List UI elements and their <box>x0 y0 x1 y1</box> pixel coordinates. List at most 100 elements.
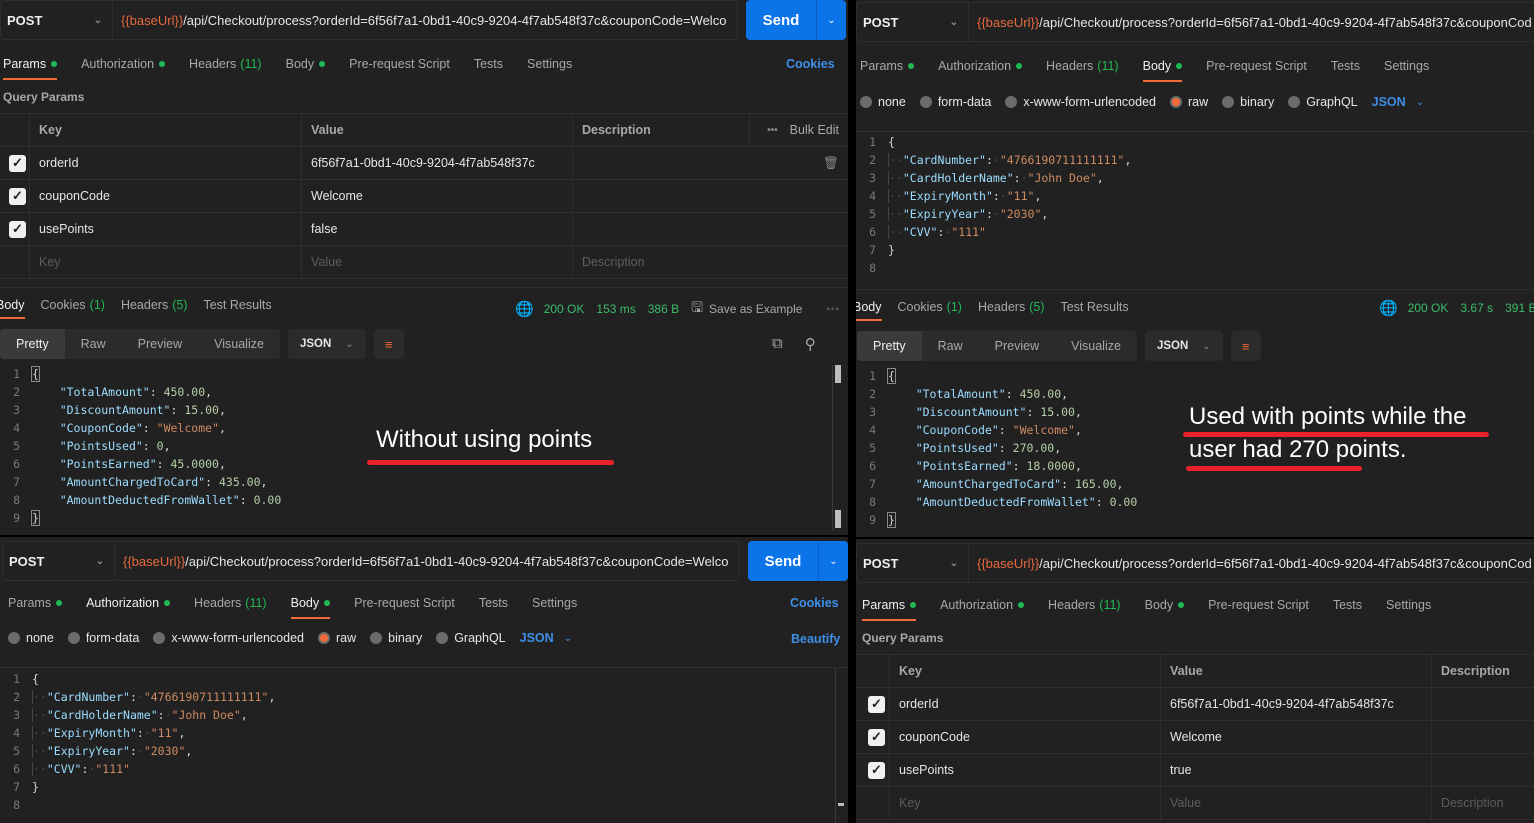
chevron-down-icon[interactable]: ⌄ <box>816 0 846 40</box>
tab-tests[interactable]: Tests <box>474 50 503 78</box>
radio-binary[interactable]: binary <box>370 631 422 645</box>
tab-settings[interactable]: Settings <box>1384 52 1429 80</box>
more-options-icon[interactable]: ••• <box>767 125 778 136</box>
tab-response-cookies[interactable]: Cookies (1) <box>41 293 105 317</box>
body-format-select[interactable]: JSON ⌄ <box>520 631 572 645</box>
value-input[interactable]: Value <box>1161 787 1432 819</box>
tab-body[interactable]: Body <box>1145 591 1185 619</box>
tab-headers[interactable]: Headers (11) <box>1048 591 1121 619</box>
param-value[interactable]: 6f56f7a1-0bd1-40c9-9204-4f7ab548f37c <box>1161 688 1432 720</box>
tab-headers[interactable]: Headers (11) <box>194 589 267 617</box>
key-input[interactable]: Key <box>890 787 1161 819</box>
tab-test-results[interactable]: Test Results <box>1060 295 1128 319</box>
response-size[interactable]: 386 B <box>648 302 679 316</box>
param-description[interactable] <box>1432 688 1534 720</box>
tab-tests[interactable]: Tests <box>1333 591 1362 619</box>
param-value[interactable]: false <box>302 213 573 245</box>
request-body-editor[interactable]: 1{2 ··"CardNumber":·"4766190711111111", 3 ·… <box>856 131 1534 289</box>
tab-authorization[interactable]: Authorization <box>938 52 1023 80</box>
network-error-globe-icon[interactable]: 🌐 <box>1379 299 1398 317</box>
tab-pre-request-script[interactable]: Pre-request Script <box>1208 591 1309 619</box>
param-key[interactable]: orderId <box>30 147 302 179</box>
save-as-example-button[interactable]: 🖫 Save as Example <box>691 297 814 321</box>
request-body-code[interactable]: 1{2 ··"CardNumber":·"4766190711111111", 3 ·… <box>856 133 1131 277</box>
radio-raw[interactable]: raw <box>1170 95 1208 109</box>
param-key[interactable]: couponCode <box>890 721 1161 753</box>
checkbox-checked[interactable]: ✓ <box>868 695 885 713</box>
scrollbar[interactable] <box>835 668 845 823</box>
view-pretty[interactable]: Pretty <box>857 331 922 361</box>
param-value[interactable]: Welcome <box>1161 721 1432 753</box>
tab-settings[interactable]: Settings <box>527 50 572 78</box>
tab-response-cookies[interactable]: Cookies (1) <box>898 295 962 319</box>
send-button[interactable]: Send ⌄ <box>748 541 848 581</box>
method-select[interactable]: POST ⌄ <box>856 2 968 42</box>
tab-pre-request-script[interactable]: Pre-request Script <box>1206 52 1307 80</box>
tab-test-results[interactable]: Test Results <box>203 293 271 317</box>
trash-icon[interactable]: 🗑 <box>823 156 839 171</box>
cookies-link[interactable]: Cookies <box>786 57 835 71</box>
key-input[interactable]: Key <box>30 246 302 278</box>
view-visualize[interactable]: Visualize <box>1055 331 1137 361</box>
tab-response-body[interactable]: Body <box>0 293 25 319</box>
description-input[interactable]: Description <box>1432 787 1534 819</box>
tab-params[interactable]: Params <box>860 52 915 80</box>
tab-tests[interactable]: Tests <box>1331 52 1360 80</box>
param-description[interactable]: 🗑 <box>573 147 848 179</box>
tab-settings[interactable]: Settings <box>1386 591 1431 619</box>
method-select[interactable]: POST ⌄ <box>2 541 114 581</box>
view-preview[interactable]: Preview <box>979 331 1055 361</box>
tab-pre-request-script[interactable]: Pre-request Script <box>354 589 455 617</box>
param-description[interactable] <box>1432 721 1534 753</box>
view-raw[interactable]: Raw <box>65 329 122 359</box>
radio-form-data[interactable]: form-data <box>67 631 139 645</box>
tab-response-headers[interactable]: Headers (5) <box>121 293 188 317</box>
radio-none[interactable]: none <box>860 95 906 109</box>
search-icon[interactable]: ⚲ <box>805 335 816 353</box>
url-input[interactable]: {{baseUrl}}/api/Checkout/process?orderId… <box>968 543 1534 583</box>
copy-icon[interactable]: ⧉ <box>772 335 783 353</box>
network-error-globe-icon[interactable]: 🌐 <box>515 300 534 318</box>
tab-settings[interactable]: Settings <box>532 589 577 617</box>
tab-pre-request-script[interactable]: Pre-request Script <box>349 50 450 78</box>
method-select[interactable]: POST ⌄ <box>0 0 112 40</box>
param-description[interactable] <box>573 213 848 245</box>
tab-body[interactable]: Body <box>286 50 326 78</box>
radio-binary[interactable]: binary <box>1222 95 1274 109</box>
param-key[interactable]: orderId <box>890 688 1161 720</box>
checkbox-checked[interactable]: ✓ <box>9 154 26 172</box>
url-input[interactable]: {{baseUrl}}/api/Checkout/process?orderId… <box>112 0 738 40</box>
response-format-select[interactable]: JSON ⌄ <box>1144 331 1223 361</box>
param-key[interactable]: usePoints <box>890 754 1161 786</box>
radio-graphql[interactable]: GraphQL <box>1288 95 1358 109</box>
tab-body[interactable]: Body <box>1142 52 1183 82</box>
tab-headers[interactable]: Headers (11) <box>1046 52 1119 80</box>
tab-headers[interactable]: Headers (11) <box>189 50 262 78</box>
param-value[interactable]: Welcome <box>302 180 573 212</box>
radio-x-www-form-urlencoded[interactable]: x-www-form-urlencoded <box>1005 95 1156 109</box>
view-pretty[interactable]: Pretty <box>0 329 65 359</box>
param-value[interactable]: true <box>1161 754 1432 786</box>
beautify-button[interactable]: Beautify <box>791 632 840 646</box>
tab-params[interactable]: Params <box>862 591 917 621</box>
description-input[interactable]: Description <box>573 246 848 278</box>
tab-response-body[interactable]: Body <box>856 295 882 321</box>
checkbox-checked[interactable]: ✓ <box>9 187 26 205</box>
response-time[interactable]: 3.67 s <box>1460 301 1493 315</box>
tab-authorization[interactable]: Authorization <box>86 589 171 617</box>
checkbox-checked[interactable]: ✓ <box>868 728 885 746</box>
status-code[interactable]: 200 OK <box>1408 301 1449 315</box>
radio-graphql[interactable]: GraphQL <box>436 631 506 645</box>
response-size[interactable]: 391 B <box>1505 301 1534 315</box>
view-preview[interactable]: Preview <box>122 329 198 359</box>
radio-x-www-form-urlencoded[interactable]: x-www-form-urlencoded <box>153 631 304 645</box>
param-key[interactable]: couponCode <box>30 180 302 212</box>
chevron-down-icon[interactable]: ⌄ <box>818 541 848 581</box>
radio-form-data[interactable]: form-data <box>919 95 991 109</box>
param-value[interactable]: 6f56f7a1-0bd1-40c9-9204-4f7ab548f37c <box>302 147 573 179</box>
tab-authorization[interactable]: Authorization <box>940 591 1025 619</box>
param-key[interactable]: usePoints <box>30 213 302 245</box>
radio-none[interactable]: none <box>8 631 54 645</box>
request-body-code[interactable]: 1{2 ··"CardNumber":·"4766190711111111", 3 ·… <box>0 670 275 814</box>
tab-body[interactable]: Body <box>290 589 331 619</box>
